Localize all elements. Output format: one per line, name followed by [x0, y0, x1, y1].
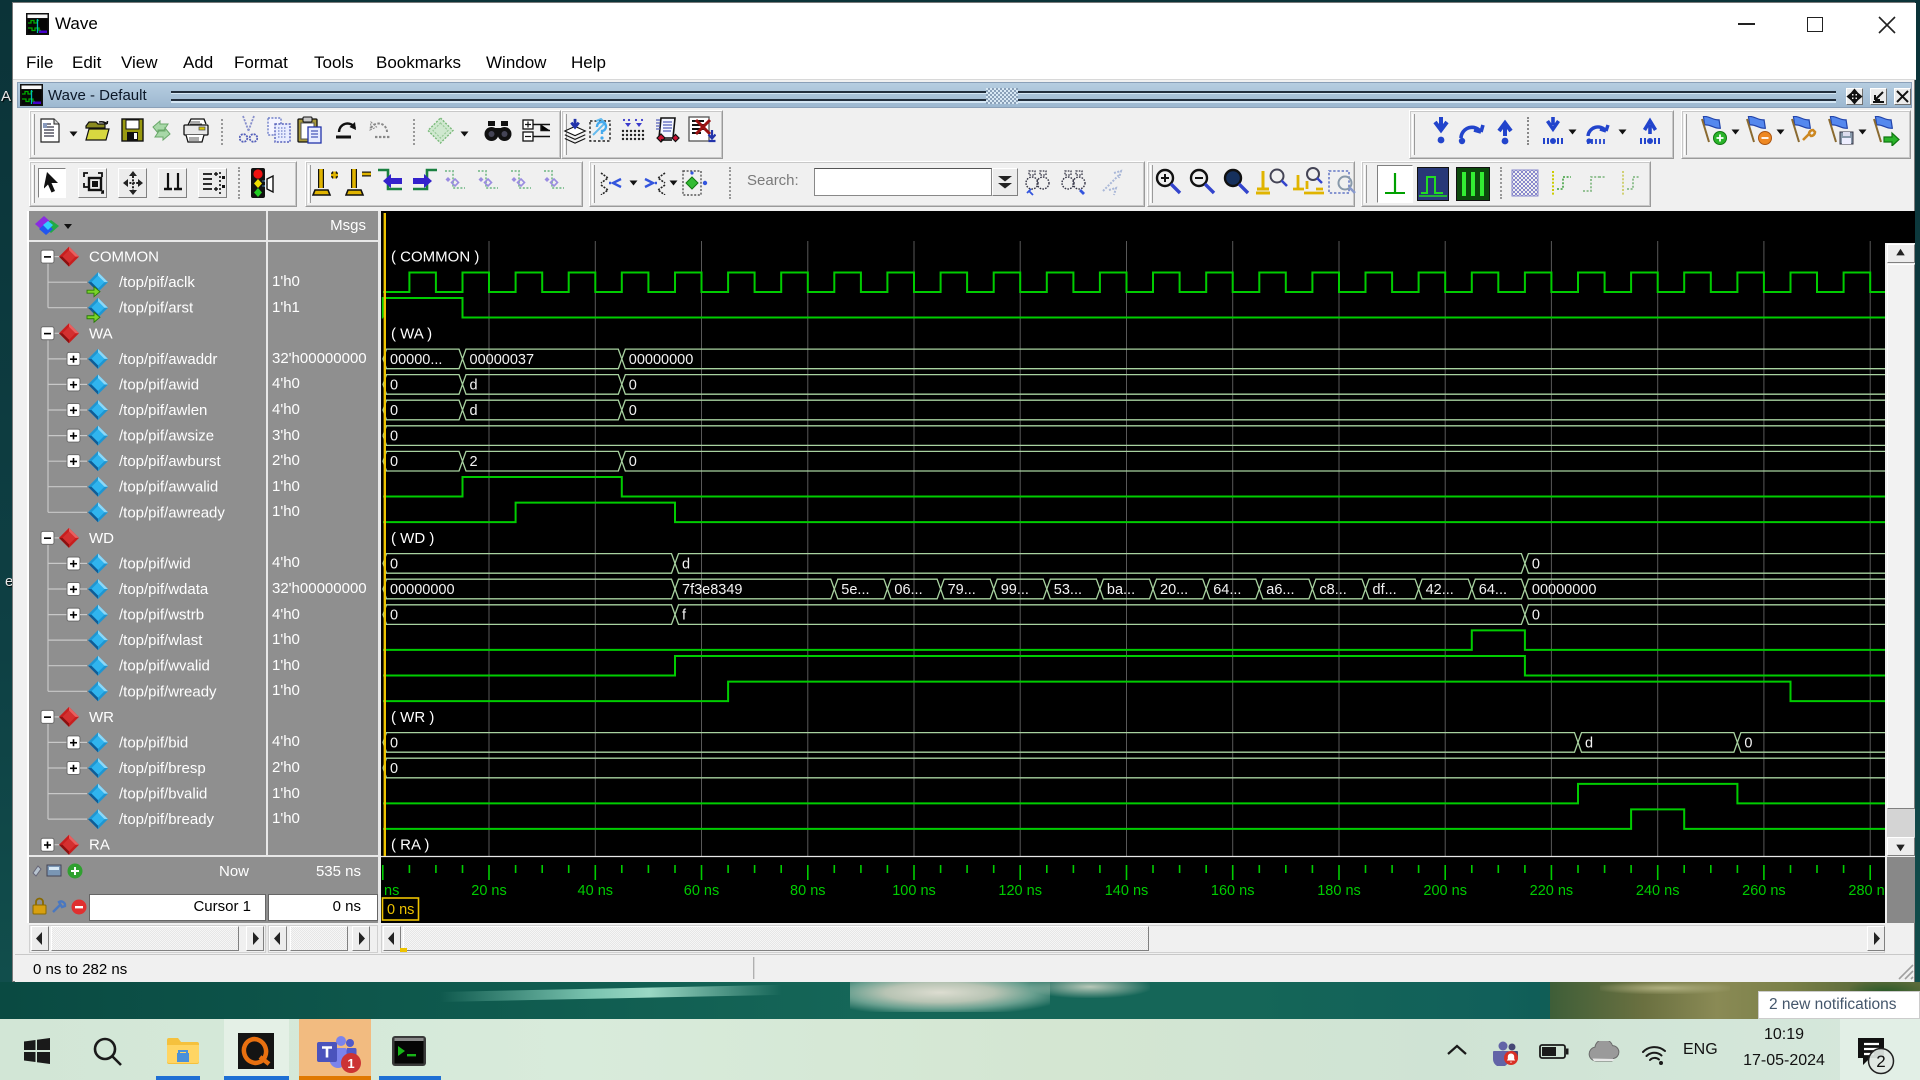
svg-text:2: 2 — [1876, 1052, 1885, 1071]
svg-text:220 ns: 220 ns — [1530, 883, 1574, 899]
svg-text:d: d — [1585, 735, 1593, 751]
svg-text:/top/pif/wdata: /top/pif/wdata — [119, 581, 209, 598]
svg-text:/top/pif/wvalid: /top/pif/wvalid — [119, 658, 210, 675]
svg-text:00000000: 00000000 — [629, 352, 694, 368]
svg-text:/top/pif/aclk: /top/pif/aclk — [119, 274, 195, 291]
svg-text:d: d — [682, 556, 690, 572]
svg-text:0: 0 — [629, 403, 637, 419]
svg-text:d: d — [470, 403, 478, 419]
svg-text:20 ns: 20 ns — [471, 883, 506, 899]
svg-text:/top/pif/awvalid: /top/pif/awvalid — [119, 479, 218, 496]
svg-text:0: 0 — [390, 761, 398, 777]
svg-text:/top/pif/wstrb: /top/pif/wstrb — [119, 607, 204, 624]
svg-text:0: 0 — [390, 429, 398, 445]
svg-text:0: 0 — [629, 377, 637, 393]
svg-text:/top/pif/awid: /top/pif/awid — [119, 376, 199, 393]
svg-text:64...: 64... — [1213, 582, 1241, 598]
svg-text:/top/pif/awready: /top/pif/awready — [119, 504, 225, 521]
svg-text:/top/pif/bresp: /top/pif/bresp — [119, 760, 206, 777]
svg-text:0: 0 — [1744, 735, 1752, 751]
svg-text:00000...: 00000... — [390, 352, 442, 368]
svg-text:180 ns: 180 ns — [1317, 883, 1361, 899]
svg-text:00000000: 00000000 — [1532, 582, 1597, 598]
svg-text:2: 2 — [470, 454, 478, 470]
svg-text:100 ns: 100 ns — [892, 883, 936, 899]
svg-text:00000000: 00000000 — [390, 582, 455, 598]
svg-text:0: 0 — [1532, 556, 1540, 572]
svg-text:c8...: c8... — [1319, 582, 1346, 598]
svg-text:79...: 79... — [948, 582, 976, 598]
svg-text:/top/pif/bid: /top/pif/bid — [119, 734, 188, 751]
svg-text:40 ns: 40 ns — [578, 883, 613, 899]
svg-text:5e...: 5e... — [841, 582, 869, 598]
svg-text:( COMMON ): ( COMMON ) — [391, 249, 479, 266]
svg-text:/top/pif/wlast: /top/pif/wlast — [119, 632, 203, 649]
svg-text:99...: 99... — [1001, 582, 1029, 598]
svg-text:a6...: a6... — [1266, 582, 1294, 598]
svg-text:140 ns: 140 ns — [1105, 883, 1149, 899]
svg-text:ba...: ba... — [1107, 582, 1135, 598]
svg-text:60 ns: 60 ns — [684, 883, 719, 899]
svg-text:200 ns: 200 ns — [1423, 883, 1467, 899]
svg-text:160 ns: 160 ns — [1211, 883, 1255, 899]
svg-text:WR: WR — [89, 709, 114, 726]
svg-text:/top/pif/wready: /top/pif/wready — [119, 683, 217, 700]
svg-text:0: 0 — [629, 454, 637, 470]
svg-text:06...: 06... — [894, 582, 922, 598]
svg-text:( WA ): ( WA ) — [391, 325, 432, 342]
svg-text:0: 0 — [1532, 608, 1540, 624]
svg-text:20...: 20... — [1160, 582, 1188, 598]
svg-text:/top/pif/bready: /top/pif/bready — [119, 811, 215, 828]
svg-text:64...: 64... — [1479, 582, 1507, 598]
svg-text:( WD ): ( WD ) — [391, 530, 434, 547]
svg-text:0: 0 — [390, 608, 398, 624]
svg-text:0: 0 — [390, 735, 398, 751]
svg-text:1: 1 — [347, 1056, 354, 1071]
svg-text:00000037: 00000037 — [470, 352, 535, 368]
svg-text:/top/pif/awaddr: /top/pif/awaddr — [119, 351, 217, 368]
svg-text:/top/pif/awsize: /top/pif/awsize — [119, 428, 214, 445]
svg-text:( WR ): ( WR ) — [391, 709, 434, 726]
svg-text:0: 0 — [390, 377, 398, 393]
svg-text:240 ns: 240 ns — [1636, 883, 1680, 899]
svg-text:7f3e8349: 7f3e8349 — [682, 582, 742, 598]
svg-text:d: d — [470, 377, 478, 393]
svg-text:/top/pif/awburst: /top/pif/awburst — [119, 453, 222, 470]
svg-text:0: 0 — [390, 403, 398, 419]
svg-text:df...: df... — [1373, 582, 1397, 598]
svg-text:0: 0 — [390, 556, 398, 572]
svg-text:WD: WD — [89, 530, 114, 547]
svg-text:0: 0 — [390, 454, 398, 470]
svg-text:80 ns: 80 ns — [790, 883, 825, 899]
svg-text:/top/pif/bvalid: /top/pif/bvalid — [119, 786, 207, 803]
svg-text:/top/pif/wid: /top/pif/wid — [119, 555, 191, 572]
svg-text:RA: RA — [89, 837, 110, 854]
svg-text:/top/pif/arst: /top/pif/arst — [119, 300, 194, 317]
svg-text:42...: 42... — [1426, 582, 1454, 598]
svg-text:WA: WA — [89, 325, 113, 342]
svg-text:280 ns: 280 ns — [1848, 883, 1885, 899]
svg-text:/top/pif/awlen: /top/pif/awlen — [119, 402, 207, 419]
svg-text:120 ns: 120 ns — [998, 883, 1042, 899]
svg-text:53...: 53... — [1054, 582, 1082, 598]
svg-text:ns: ns — [384, 883, 399, 899]
svg-text:COMMON: COMMON — [89, 249, 159, 266]
svg-text:0 ns: 0 ns — [387, 902, 414, 918]
svg-text:( RA ): ( RA ) — [391, 837, 429, 854]
svg-text:260 ns: 260 ns — [1742, 883, 1786, 899]
